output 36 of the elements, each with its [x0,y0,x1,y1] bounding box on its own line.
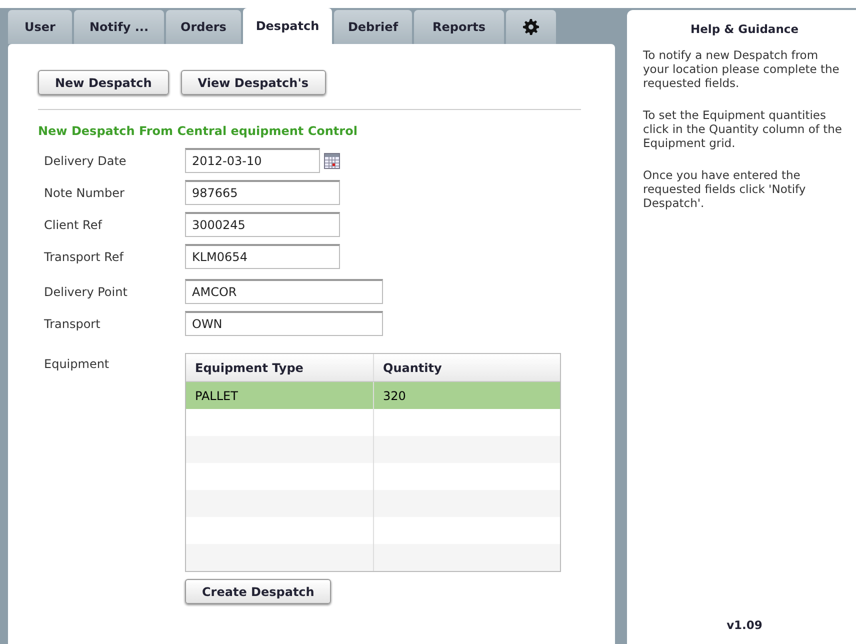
input-field[interactable]: KLM0654 [185,244,340,269]
field-label: Transport [44,316,102,330]
field-label: Transport Ref [44,250,125,264]
version-label: v1.09 [726,618,764,632]
calendar-icon[interactable] [324,152,340,168]
tab[interactable]: Notify ... [74,10,164,44]
grid-row[interactable]: PALLET 320 [186,382,560,409]
input-field[interactable]: 2012-03-10 [185,148,320,173]
section-title: New Despatch From Central equipment Control [38,124,358,138]
tab[interactable]: Despatch [243,8,332,44]
field-label: Delivery Date [44,154,128,168]
column-header[interactable]: Quantity [374,354,560,381]
field-label: Note Number [44,186,126,200]
settings-icon [523,19,539,35]
tab[interactable]: User [8,10,72,44]
tab[interactable]: Debrief [334,10,412,44]
field-label: Equipment [44,357,110,373]
input-field[interactable]: 987665 [185,180,340,205]
table-cell: PALLET [186,382,374,409]
toolbar-button[interactable]: New Despatch [38,70,169,95]
input-field[interactable]: AMCOR [185,279,383,304]
field-label: Client Ref [44,218,104,232]
table-cell-text: 320 [382,388,407,404]
tab[interactable]: Reports [414,10,504,44]
input-field[interactable]: 3000245 [185,212,340,237]
help-paragraph: To notify a new Despatch from your location please complete the requested fields. [643,48,840,90]
help-paragraph: To set the Equipment quantities click in the Quantity column of the Equipment grid. [643,108,843,150]
create-despatch-button[interactable]: Create Despatch [185,579,332,604]
tab[interactable]: Orders [166,10,241,44]
input-field[interactable]: OWN [185,311,383,336]
toolbar-button[interactable]: View Despatch's [180,70,326,95]
help-paragraph: Once you have entered the requested fields click 'Notify Despatch'. [643,168,807,210]
panel-title: Help & Guidance [690,22,800,36]
column-header[interactable]: Equipment Type [186,354,374,381]
settings-tab[interactable] [506,10,556,44]
field-label: Delivery Point [44,284,128,298]
